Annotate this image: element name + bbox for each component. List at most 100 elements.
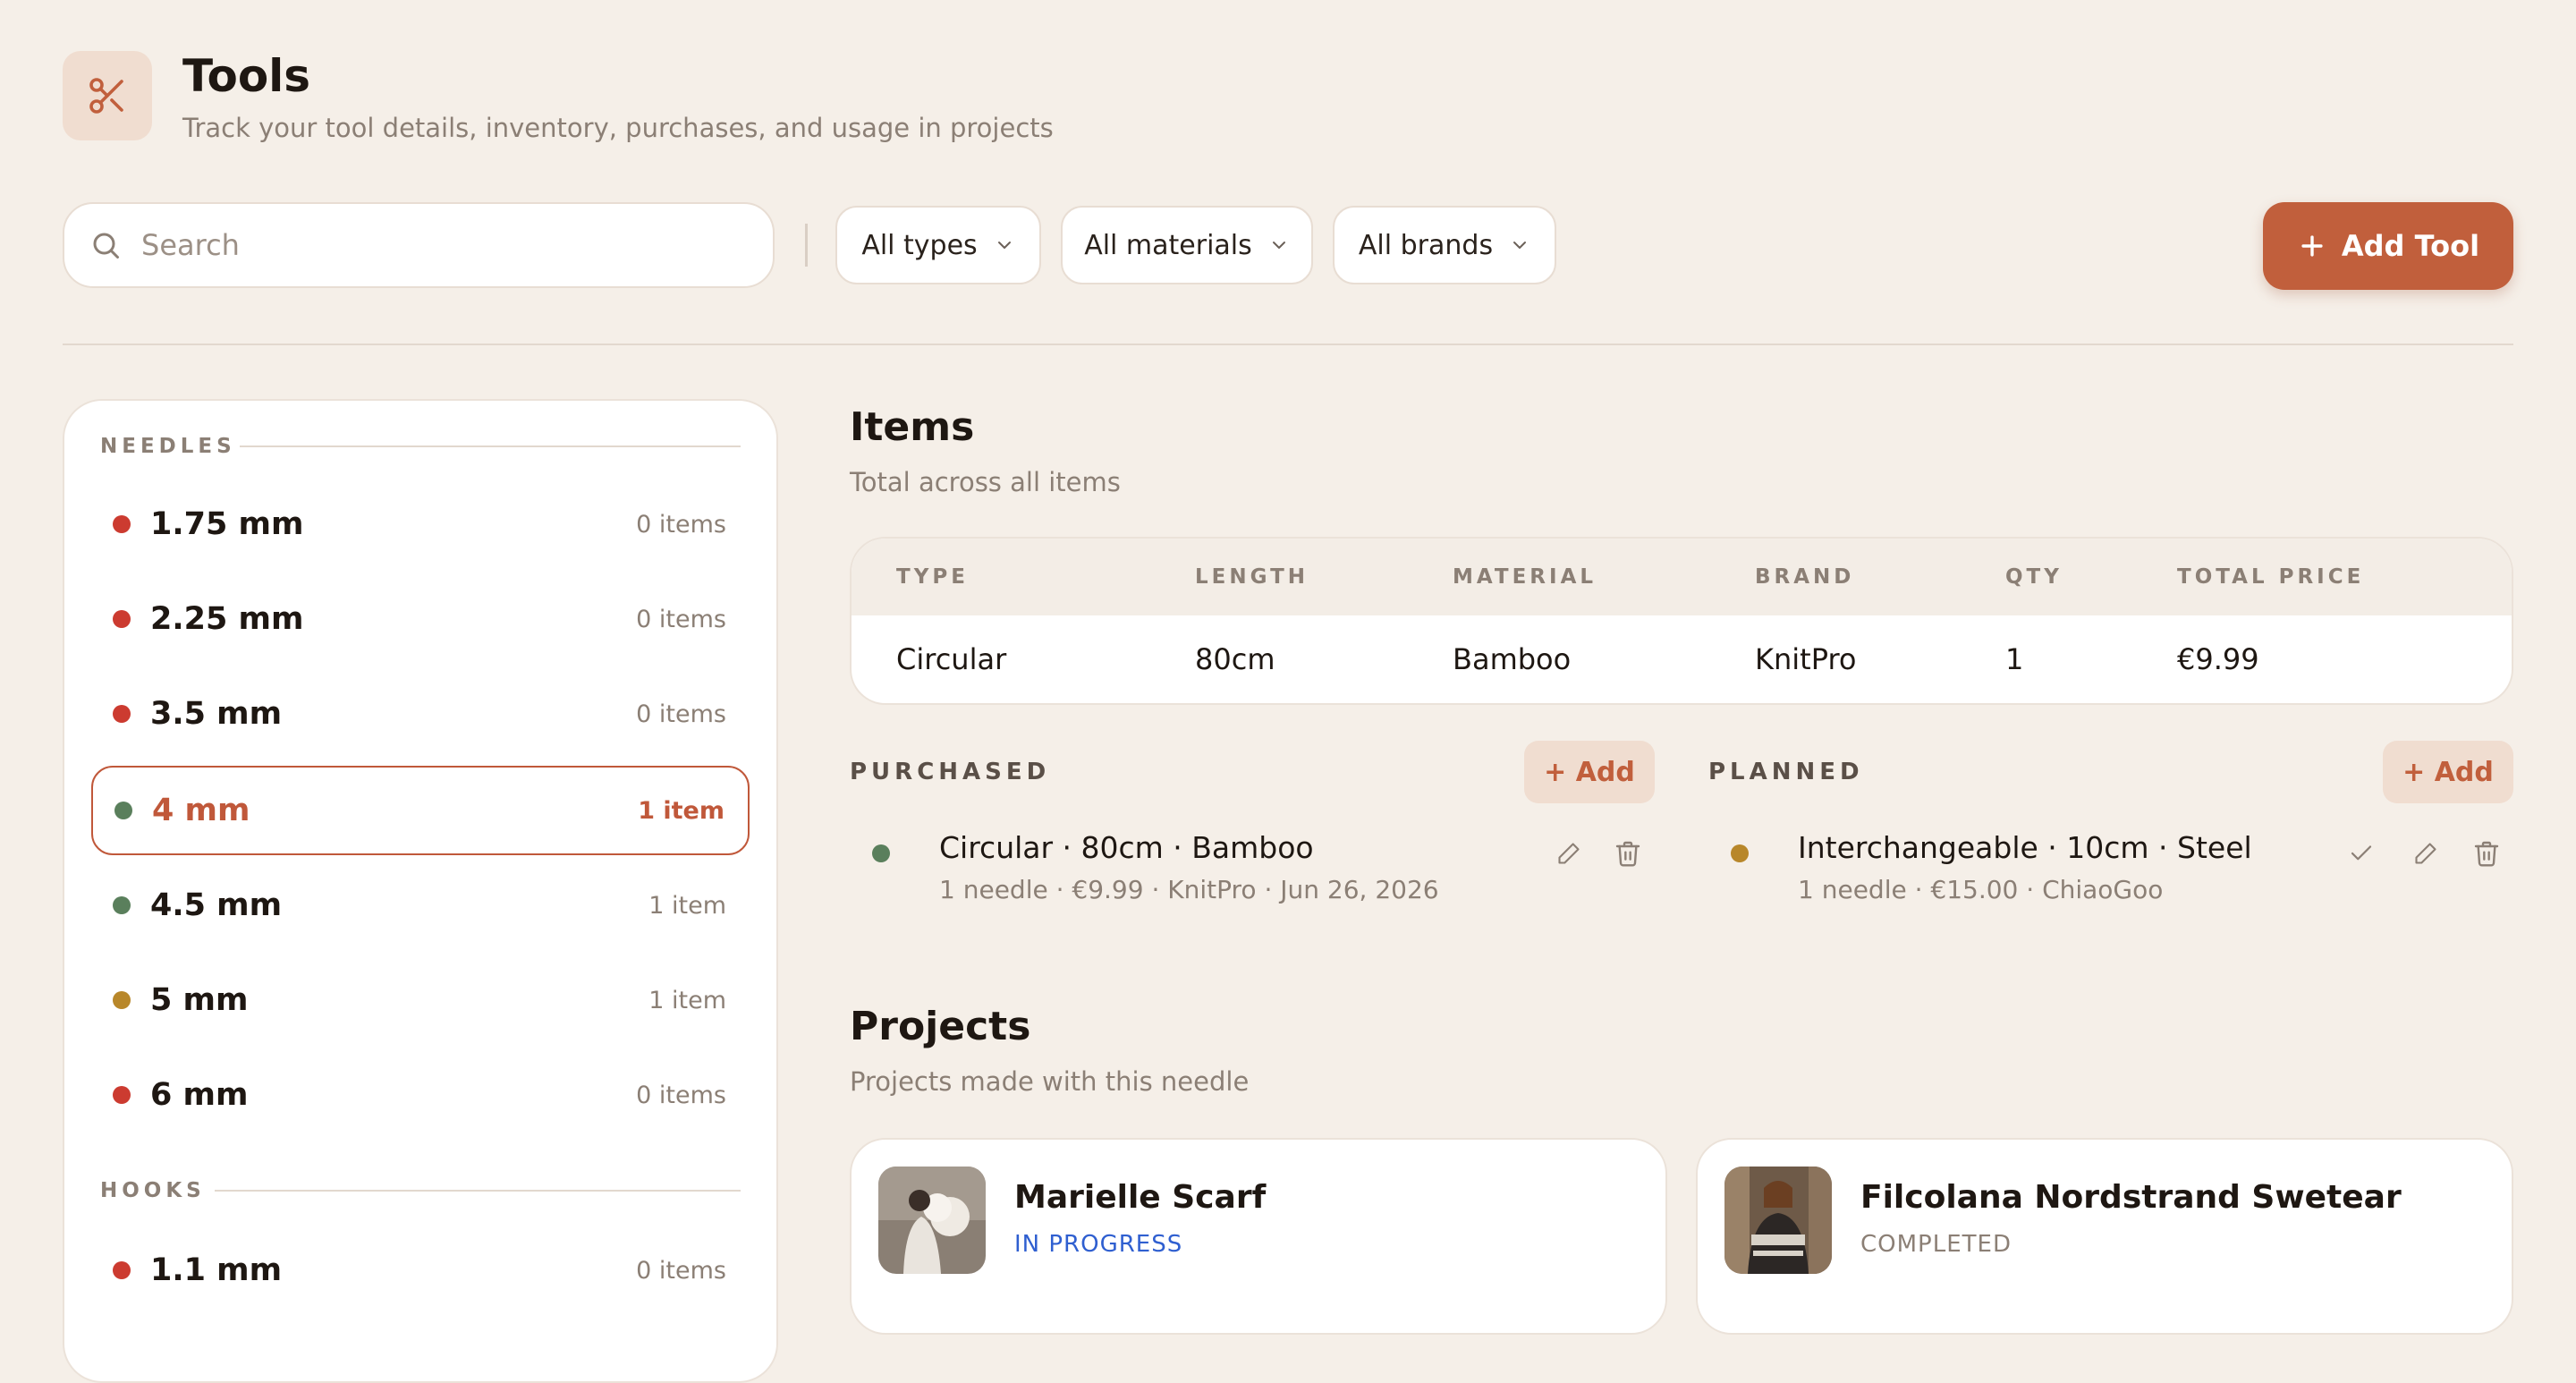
tools-page: Tools Track your tool details, inventory… xyxy=(0,0,2576,1383)
material-filter-label: All materials xyxy=(1084,229,1252,261)
project-name: Marielle Scarf xyxy=(1014,1179,1267,1216)
chevron-down-icon xyxy=(1513,242,1527,249)
cell-type: Circular xyxy=(896,642,1007,676)
items-title: Items xyxy=(850,404,975,450)
item-count: 1 item xyxy=(648,986,726,1014)
size-label: 3.5 mm xyxy=(150,696,283,732)
page-subtitle: Track your tool details, inventory, purc… xyxy=(182,113,1054,143)
sidebar-item-needle-5[interactable]: 5 mm 1 item xyxy=(91,955,750,1045)
column-header-length: LENGTH xyxy=(1195,565,1309,589)
add-purchased-button[interactable]: + Add xyxy=(1524,741,1655,803)
search-input[interactable] xyxy=(140,227,716,263)
sidebar-item-hook-1-1[interactable]: 1.1 mm 0 items xyxy=(91,1226,750,1315)
projects-subtitle: Projects made with this needle xyxy=(850,1066,1250,1097)
sidebar-item-needle-3-5[interactable]: 3.5 mm 0 items xyxy=(91,669,750,759)
column-header-material: MATERIAL xyxy=(1453,565,1597,589)
add-tool-button[interactable]: Add Tool xyxy=(2263,202,2513,290)
scissors-icon xyxy=(63,51,152,140)
brand-filter-dropdown[interactable]: All brands xyxy=(1333,206,1556,284)
search-box[interactable] xyxy=(63,202,775,288)
cell-qty: 1 xyxy=(2005,642,2024,676)
item-count: 0 items xyxy=(636,510,726,539)
planned-label: PLANNED xyxy=(1708,759,1864,785)
status-dot xyxy=(113,610,131,628)
chevron-down-icon xyxy=(1272,242,1285,249)
size-label: 4.5 mm xyxy=(150,887,283,923)
project-name: Filcolana Nordstrand Swetear xyxy=(1860,1179,2402,1216)
status-dot xyxy=(113,1086,131,1104)
size-label: 1.75 mm xyxy=(150,506,304,542)
hooks-section-label: HOOKS xyxy=(100,1179,206,1202)
type-filter-label: All types xyxy=(861,229,978,261)
project-card[interactable]: Marielle Scarf IN PROGRESS xyxy=(850,1138,1667,1335)
status-dot xyxy=(872,844,890,862)
status-dot xyxy=(114,802,132,819)
status-dot xyxy=(1731,844,1749,862)
check-icon xyxy=(2351,845,2372,861)
cell-length: 80cm xyxy=(1195,642,1275,676)
purchased-label: PURCHASED xyxy=(850,759,1051,785)
status-badge: COMPLETED xyxy=(1860,1231,2012,1258)
material-filter-dropdown[interactable]: All materials xyxy=(1061,206,1313,284)
page-title: Tools xyxy=(182,50,311,102)
items-table: TYPE LENGTH MATERIAL BRAND QTY TOTAL PRI… xyxy=(850,537,2513,705)
edit-planned-button[interactable] xyxy=(2408,836,2444,871)
sidebar-item-needle-4[interactable]: 4 mm 1 item xyxy=(91,766,750,855)
sidebar-item-needle-6[interactable]: 6 mm 0 items xyxy=(91,1050,750,1140)
sidebar-item-needle-2-25[interactable]: 2.25 mm 0 items xyxy=(91,574,750,664)
status-badge: IN PROGRESS xyxy=(1014,1231,1183,1258)
purchased-entry-meta: 1 needle · €9.99 · KnitPro · Jun 26, 202… xyxy=(939,875,1439,904)
column-header-total-price: TOTAL PRICE xyxy=(2177,565,2365,589)
section-divider xyxy=(215,1190,741,1192)
cell-brand: KnitPro xyxy=(1755,642,1857,676)
planned-entry-title: Interchangeable · 10cm · Steel xyxy=(1798,830,2252,865)
planned-entry-meta: 1 needle · €15.00 · ChiaoGoo xyxy=(1798,875,2164,904)
size-label: 2.25 mm xyxy=(150,601,304,637)
size-label: 6 mm xyxy=(150,1077,249,1113)
trash-icon xyxy=(1615,841,1640,867)
project-card[interactable]: Filcolana Nordstrand Swetear COMPLETED xyxy=(1696,1138,2513,1335)
add-planned-button[interactable]: + Add xyxy=(2383,741,2513,803)
size-label: 5 mm xyxy=(150,982,249,1018)
pencil-icon xyxy=(1558,843,1580,864)
item-count: 0 items xyxy=(636,700,726,728)
plus-icon xyxy=(2301,235,2323,257)
column-header-qty: QTY xyxy=(2005,565,2063,589)
cell-material: Bamboo xyxy=(1453,642,1572,676)
project-thumbnail xyxy=(878,1167,986,1274)
size-label: 1.1 mm xyxy=(150,1252,283,1288)
status-dot xyxy=(113,991,131,1009)
item-count: 1 item xyxy=(648,891,726,920)
item-count: 0 items xyxy=(636,1081,726,1109)
sidebar-item-needle-4-5[interactable]: 4.5 mm 1 item xyxy=(91,861,750,950)
mark-purchased-button[interactable] xyxy=(2343,836,2379,871)
projects-title: Projects xyxy=(850,1004,1031,1049)
delete-planned-button[interactable] xyxy=(2469,836,2504,871)
cell-total-price: €9.99 xyxy=(2177,642,2259,676)
items-subtitle: Total across all items xyxy=(850,467,1121,497)
purchased-entry-title: Circular · 80cm · Bamboo xyxy=(939,830,1314,865)
column-header-brand: BRAND xyxy=(1755,565,1855,589)
chevron-down-icon xyxy=(997,242,1011,249)
section-divider xyxy=(240,445,741,447)
status-dot xyxy=(113,705,131,723)
item-count: 0 items xyxy=(636,1256,726,1285)
add-tool-label: Add Tool xyxy=(2341,229,2480,263)
brand-filter-label: All brands xyxy=(1358,229,1494,261)
needles-section-label: NEEDLES xyxy=(100,435,236,458)
pencil-icon xyxy=(2415,843,2436,864)
status-dot xyxy=(113,896,131,914)
size-label: 4 mm xyxy=(152,793,250,828)
type-filter-dropdown[interactable]: All types xyxy=(835,206,1041,284)
item-count: 0 items xyxy=(636,605,726,633)
column-header-type: TYPE xyxy=(896,565,969,589)
status-dot xyxy=(113,515,131,533)
status-dot xyxy=(113,1261,131,1279)
project-thumbnail xyxy=(1724,1167,1832,1274)
item-count: 1 item xyxy=(638,796,724,825)
trash-icon xyxy=(2474,841,2499,867)
search-icon xyxy=(93,233,119,259)
sidebar-item-needle-1-75[interactable]: 1.75 mm 0 items xyxy=(91,479,750,569)
edit-purchased-button[interactable] xyxy=(1551,836,1587,871)
delete-purchased-button[interactable] xyxy=(1610,836,1646,871)
